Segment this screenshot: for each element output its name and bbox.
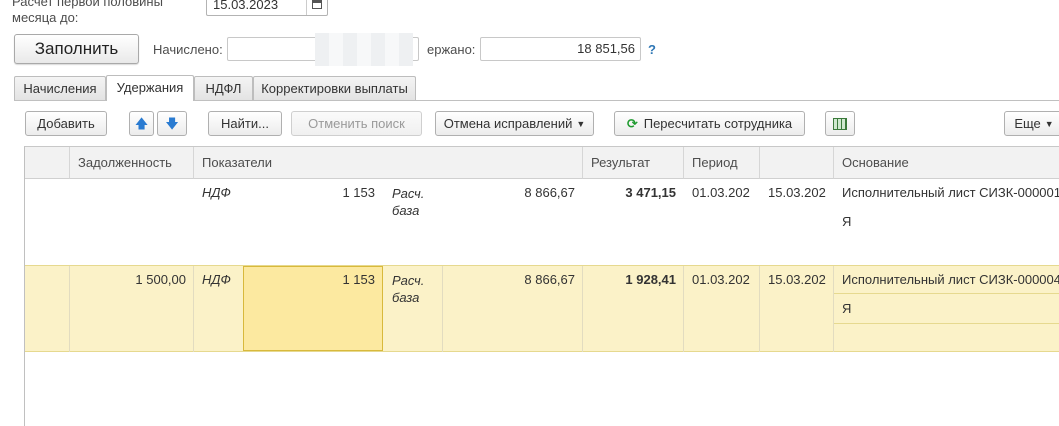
indicator-value[interactable]: 1 153 xyxy=(243,185,375,200)
indicator-name: НДФ xyxy=(202,272,231,287)
indicator-name: Расч. база xyxy=(392,186,425,218)
indicator-value[interactable]: 8 866,67 xyxy=(445,272,575,287)
date-label: Расчет первой половины месяца до: xyxy=(12,0,163,25)
debt-cell[interactable]: 1 500,00 xyxy=(70,272,186,287)
withheld-value: 18 851,56 xyxy=(577,41,635,56)
result-cell[interactable]: 1 928,41 xyxy=(583,272,676,287)
table-row-selected[interactable]: 1 500,00 НДФ 1 153 Расч. база 8 866,67 1… xyxy=(25,265,1059,352)
table-row[interactable]: НДФ 1 153 Расч. база 8 866,67 3 471,15 0… xyxy=(25,179,1059,265)
column-header-result[interactable]: Результат xyxy=(583,147,684,179)
column-header-indicators[interactable]: Показатели xyxy=(194,147,583,179)
indicator-name: НДФ xyxy=(202,185,231,200)
withholdings-table[interactable]: Задолженность Показатели Результат Перио… xyxy=(24,146,1059,426)
withheld-field[interactable]: 18 851,56 xyxy=(480,37,641,61)
column-header-debt[interactable]: Задолженность xyxy=(70,147,194,179)
tab-ndfl[interactable]: НДФЛ xyxy=(194,76,253,100)
period-from-cell[interactable]: 01.03.202 xyxy=(692,272,750,287)
period-to-cell[interactable]: 15.03.202 xyxy=(768,185,826,200)
cancel-corrections-button[interactable]: Отмена исправлений ▼ xyxy=(435,111,594,136)
date-input[interactable]: 15.03.2023 xyxy=(206,0,328,16)
cancel-corrections-label: Отмена исправлений xyxy=(443,116,573,131)
tab-withholdings[interactable]: Удержания xyxy=(106,75,194,101)
add-button[interactable]: Добавить xyxy=(25,111,107,136)
column-header-basis[interactable]: Основание xyxy=(834,147,1059,179)
more-button[interactable]: Еще ▼ xyxy=(1004,111,1059,136)
blurred-area xyxy=(315,33,413,66)
table-add-icon xyxy=(833,118,847,130)
indicator-name: Расч. база xyxy=(392,273,425,305)
calendar-icon[interactable] xyxy=(306,0,327,15)
chevron-down-icon: ▼ xyxy=(576,119,586,129)
move-down-button[interactable]: 🡇 xyxy=(157,111,187,136)
date-value: 15.03.2023 xyxy=(213,0,279,12)
tab-payment-corrections[interactable]: Корректировки выплаты xyxy=(253,76,416,100)
basis-extra-cell[interactable]: Я xyxy=(842,214,851,229)
period-from-cell[interactable]: 01.03.202 xyxy=(692,185,750,200)
find-button[interactable]: Найти... xyxy=(208,111,282,136)
recalc-label: Пересчитать сотрудника xyxy=(643,116,793,131)
basis-cell[interactable]: Исполнительный лист СИЗК-000001 xyxy=(842,185,1059,200)
column-header-period[interactable]: Период xyxy=(684,147,760,179)
accrued-label: Начислено: xyxy=(153,42,223,57)
more-label: Еще xyxy=(1014,116,1041,131)
period-to-cell[interactable]: 15.03.202 xyxy=(768,272,826,287)
chevron-down-icon: ▼ xyxy=(1044,119,1054,129)
move-up-button[interactable]: 🡅 xyxy=(129,111,154,136)
basis-extra-cell[interactable]: Я xyxy=(842,301,851,316)
column-header-period-end[interactable] xyxy=(760,147,834,179)
indicator-value[interactable]: 1 153 xyxy=(243,272,375,287)
indicator-value[interactable]: 8 866,67 xyxy=(445,185,575,200)
recalc-employee-button[interactable]: ⟳ Пересчитать сотрудника xyxy=(614,111,805,136)
result-cell[interactable]: 3 471,15 xyxy=(583,185,676,200)
column-header-marker[interactable] xyxy=(25,147,70,179)
grid-settings-button[interactable] xyxy=(825,111,855,136)
fill-button[interactable]: Заполнить xyxy=(14,34,139,64)
tab-accruals[interactable]: Начисления xyxy=(14,76,106,100)
basis-cell[interactable]: Исполнительный лист СИЗК-000004 xyxy=(842,272,1059,287)
withheld-label: ержано: xyxy=(427,42,476,57)
arrow-up-icon: 🡅 xyxy=(134,116,149,131)
arrow-down-icon: 🡇 xyxy=(165,116,179,131)
refresh-icon: ⟳ xyxy=(626,116,638,131)
help-icon[interactable]: ? xyxy=(648,42,656,57)
cancel-search-button[interactable]: Отменить поиск xyxy=(291,111,422,136)
